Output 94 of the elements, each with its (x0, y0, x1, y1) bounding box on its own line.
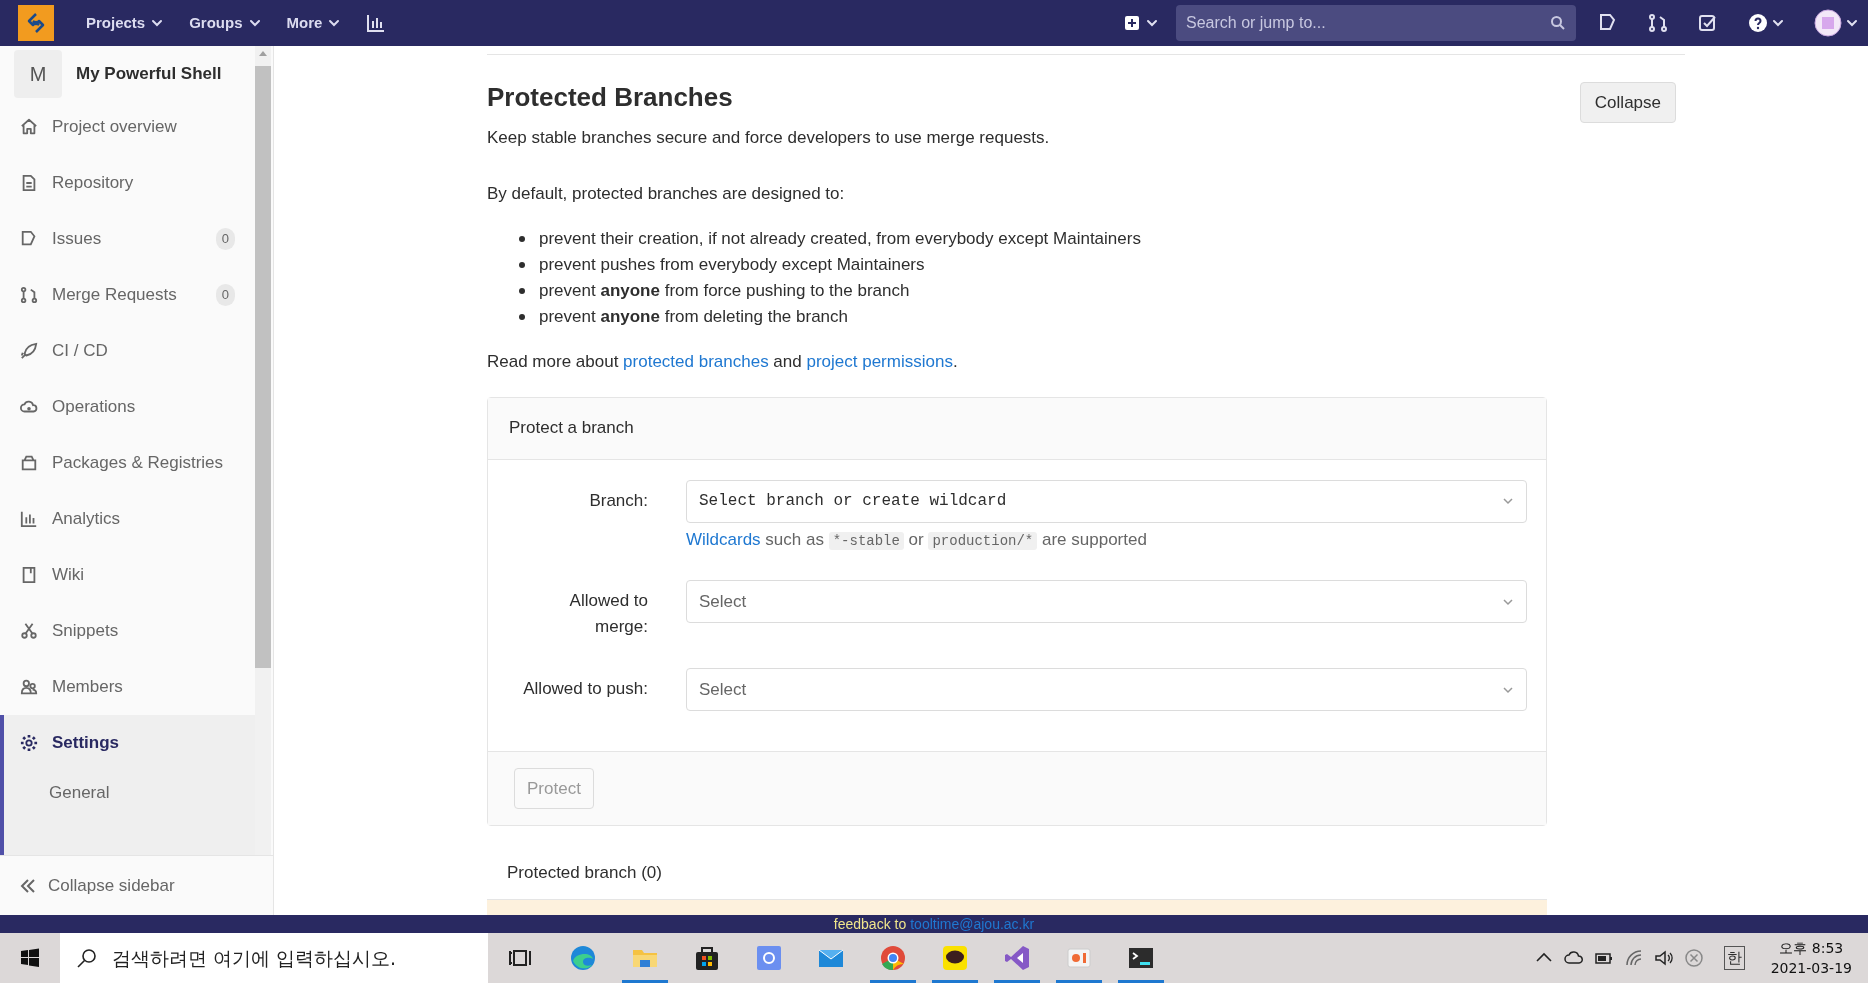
sidebar-item[interactable]: Issues 0 (4, 211, 255, 267)
ime-indicator[interactable]: 한 (1723, 945, 1745, 971)
count-badge: 0 (215, 228, 235, 250)
sidebar-item[interactable]: Packages & Registries (4, 435, 255, 491)
book-icon (20, 566, 38, 584)
users-icon (20, 678, 38, 696)
user-menu[interactable] (1814, 9, 1858, 37)
link[interactable]: protected branches (623, 352, 769, 371)
sidebar-item[interactable]: Project overview (4, 99, 255, 155)
bullet-icon (519, 235, 525, 242)
help-button[interactable] (1748, 13, 1784, 33)
bullet-icon (519, 287, 525, 294)
package-icon (20, 454, 38, 472)
feedback-text: feedback to (833, 914, 907, 934)
section-description: Keep stable branches secure and force developers to use merge requests. (487, 127, 1051, 149)
select-dropdown[interactable]: Select branch or create wildcard (686, 479, 1527, 523)
search-icon (1550, 15, 1566, 31)
new-button[interactable] (1124, 15, 1158, 31)
chart-icon (20, 510, 38, 528)
field-label: Allowed to merge: (568, 590, 648, 638)
count-badge: 0 (215, 284, 235, 306)
search-field[interactable]: Search or jump to... (1176, 5, 1576, 41)
home-icon (20, 118, 38, 136)
sidebar-item[interactable]: CI / CD (4, 323, 255, 379)
read-more-text: Read more about protected branches and project permissions. (487, 351, 959, 373)
scrollbar-thumb[interactable] (255, 66, 271, 668)
link[interactable]: Wildcards (686, 529, 761, 549)
field-label: Branch: (588, 489, 648, 512)
volume-icon[interactable] (1653, 948, 1674, 968)
intro-text: By default, protected branches are designed to: (487, 182, 846, 205)
clock-time[interactable]: 오후 8:53 (1779, 938, 1844, 958)
caret-icon (1846, 17, 1858, 29)
bullet-text: prevent anyone from force pushing to the branch (539, 279, 910, 302)
scroll-up-icon (259, 50, 267, 56)
section-title: Protected Branches (487, 81, 733, 113)
todo-icon[interactable] (1698, 13, 1718, 33)
bullet-icon (519, 261, 525, 268)
bullet-icon (519, 313, 525, 320)
sidebar-item[interactable]: Wiki (4, 547, 255, 603)
browser-icon (568, 943, 598, 973)
visual-studio-icon (1002, 943, 1032, 973)
taskbar-search-field[interactable]: 검색하려면 여기에 입력하십시오. (60, 933, 488, 983)
chat-icon (940, 943, 970, 973)
select-dropdown[interactable]: Select (686, 668, 1527, 711)
bullet-text: prevent their creation, if not already created, from everybody except Maintainers (539, 227, 1141, 250)
help-icon (1748, 13, 1768, 33)
caret-icon (248, 17, 261, 29)
bullet-text: prevent pushes from everybody except Maintainers (539, 253, 925, 276)
clock-date[interactable]: 2021-03-19 (1770, 958, 1852, 978)
bullet-text: prevent anyone from deleting the branch (539, 305, 849, 328)
collapse-button[interactable]: Collapse (1579, 82, 1676, 123)
sidebar-item[interactable]: Members (4, 659, 255, 715)
nav-menu[interactable]: More (286, 11, 341, 35)
select-dropdown[interactable]: Select (686, 580, 1527, 623)
field-label: Allowed to push: (522, 678, 648, 700)
sidebar-subitem[interactable]: General (4, 771, 255, 815)
card-title: Protect a branch (488, 397, 1546, 460)
caret-icon (328, 17, 341, 29)
merge-request-icon (20, 286, 38, 304)
merge-request-icon[interactable] (1648, 13, 1668, 33)
avatar-icon (1814, 9, 1842, 37)
scrollbar[interactable] (255, 46, 271, 855)
chrome-icon (878, 943, 908, 973)
double-chevron-icon (20, 877, 36, 894)
field-hint: Wildcards such as *-stable or production/* are supported (686, 528, 1148, 552)
sidebar-item[interactable]: Repository (4, 155, 255, 211)
search-icon (76, 947, 98, 969)
windows-start-icon[interactable] (20, 948, 40, 968)
sidebar-item[interactable]: Operations (4, 379, 255, 435)
scissors-icon (20, 622, 38, 640)
caret-icon (151, 17, 164, 29)
sidebar-item[interactable]: Merge Requests 0 (4, 267, 255, 323)
issues-icon (20, 230, 38, 248)
wifi-icon[interactable] (1623, 948, 1644, 968)
sidebar-item[interactable]: Settings (4, 715, 255, 771)
caret-icon (1146, 17, 1158, 29)
chart-icon[interactable] (366, 13, 387, 33)
file-icon (20, 174, 38, 192)
logo-icon[interactable] (18, 5, 54, 41)
plus-icon (1124, 15, 1140, 31)
caret-icon (1502, 495, 1514, 507)
search-input[interactable]: 검색하려면 여기에 입력하십시오. (112, 943, 472, 973)
sidebar-item[interactable]: Analytics (4, 491, 255, 547)
email-link[interactable]: tooltime@ajou.ac.kr (910, 913, 1035, 935)
issues-icon[interactable] (1598, 13, 1618, 33)
sidebar-item[interactable]: Snippets (4, 603, 255, 659)
nav-menu[interactable]: Groups (189, 11, 261, 35)
rocket-icon (20, 342, 38, 360)
search-input[interactable]: Search or jump to... (1186, 11, 1550, 35)
link[interactable]: project permissions (806, 352, 953, 371)
nav-menu[interactable]: Projects (86, 11, 164, 35)
project-avatar[interactable]: M (14, 49, 62, 98)
caret-icon (1772, 17, 1784, 29)
project-name[interactable]: My Powerful Shell (76, 60, 222, 87)
